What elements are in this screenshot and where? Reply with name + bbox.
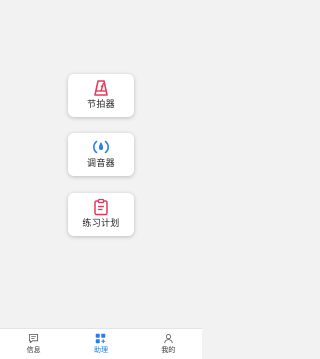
metronome-card[interactable]: 节拍器 xyxy=(68,74,134,117)
tuner-label: 调音器 xyxy=(87,159,115,169)
assistant-grid-icon xyxy=(96,333,106,344)
clipboard-icon xyxy=(94,198,108,216)
message-icon xyxy=(29,333,39,344)
profile-icon xyxy=(164,334,173,344)
metronome-label: 节拍器 xyxy=(87,100,115,110)
tab-profile[interactable]: 我的 xyxy=(143,329,193,354)
tuner-card[interactable]: 调音器 xyxy=(68,133,134,176)
bottom-tab-bar: 信息 助理 我的 xyxy=(0,328,202,359)
tab-messages-label: 信息 xyxy=(26,346,41,354)
tab-assistant-label: 助理 xyxy=(93,346,108,354)
practice-plan-label: 练习计划 xyxy=(82,219,120,229)
tab-profile-label: 我的 xyxy=(161,346,176,354)
tab-messages[interactable]: 信息 xyxy=(9,329,59,354)
tuner-icon xyxy=(93,140,109,154)
metronome-icon xyxy=(94,80,108,96)
tab-assistant[interactable]: 助理 xyxy=(76,329,126,354)
practice-plan-card[interactable]: 练习计划 xyxy=(68,193,134,236)
